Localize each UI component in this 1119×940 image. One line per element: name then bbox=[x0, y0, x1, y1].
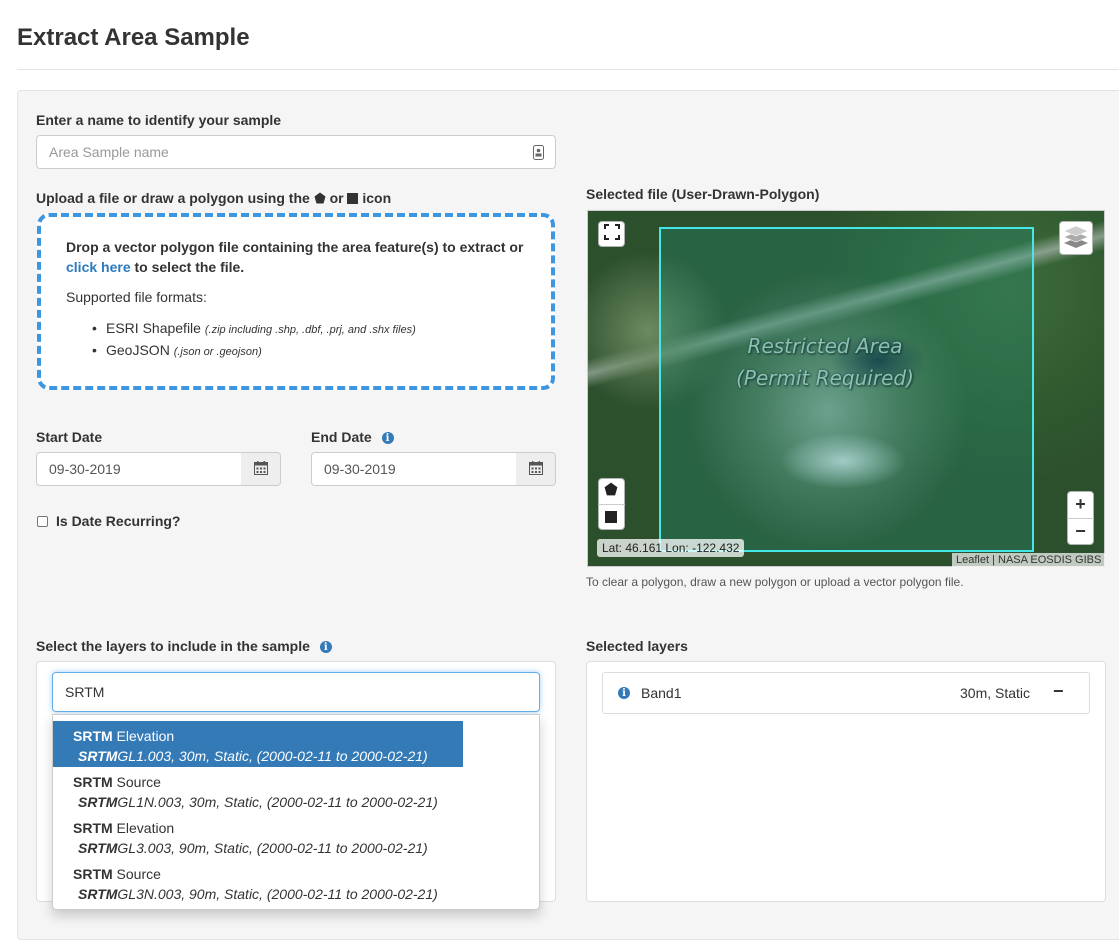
format-item: GeoJSON (.json or .geojson) bbox=[66, 340, 416, 362]
fullscreen-button[interactable] bbox=[598, 221, 625, 247]
date-recurring-label: Is Date Recurring? bbox=[56, 513, 181, 529]
upload-label-or: or bbox=[329, 190, 344, 206]
layer-option-detail: SRTMGL1.003, 30m, Static, (2000-02-11 to… bbox=[78, 748, 428, 764]
map-attribution[interactable]: Leaflet | NASA EOSDIS GIBS bbox=[952, 553, 1106, 567]
sample-name-label: Enter a name to identify your sample bbox=[36, 112, 282, 128]
pentagon-icon bbox=[314, 190, 326, 206]
start-date-calendar-button[interactable] bbox=[241, 452, 281, 486]
dropzone-instructions: Drop a vector polygon file containing th… bbox=[66, 237, 536, 277]
format-item: ESRI Shapefile (.zip including .shp, .db… bbox=[66, 318, 416, 340]
supported-formats-list: ESRI Shapefile (.zip including .shp, .db… bbox=[66, 318, 416, 362]
layers-label: Select the layers to include in the samp… bbox=[36, 638, 332, 654]
info-icon[interactable]: i bbox=[618, 687, 630, 699]
start-date-input[interactable]: 09-30-2019 bbox=[36, 452, 242, 486]
layer-option-detail: SRTMGL3.003, 90m, Static, (2000-02-11 to… bbox=[78, 840, 428, 856]
zoom-out-button[interactable]: − bbox=[1067, 518, 1094, 545]
supported-formats-title: Supported file formats: bbox=[66, 289, 207, 305]
sample-name-placeholder: Area Sample name bbox=[49, 144, 169, 160]
layers-icon bbox=[1063, 224, 1089, 253]
pentagon-icon bbox=[604, 482, 618, 499]
layer-suggestions-dropdown: SRTM Elevation SRTMGL1.003, 30m, Static,… bbox=[52, 714, 540, 910]
page-title: Extract Area Sample bbox=[17, 24, 250, 51]
layer-option-title: SRTM Source bbox=[73, 866, 161, 882]
layer-option-detail: SRTMGL1N.003, 30m, Static, (2000-02-11 t… bbox=[78, 794, 438, 810]
dropzone-text-end: to select the file. bbox=[134, 259, 245, 275]
end-date-label-text: End Date bbox=[311, 429, 372, 445]
draw-polygon-button[interactable] bbox=[604, 482, 618, 499]
layer-option[interactable]: SRTM Elevation SRTMGL1.003, 30m, Static,… bbox=[53, 721, 463, 767]
map-label: Selected file (User-Drawn-Polygon) bbox=[586, 186, 820, 202]
sample-name-input[interactable]: Area Sample name bbox=[36, 135, 556, 169]
selected-layer-name: Band1 bbox=[641, 685, 682, 701]
square-icon bbox=[347, 190, 359, 206]
map-hint: To clear a polygon, draw a new polygon o… bbox=[586, 575, 964, 589]
map-area-label: Restricted Area (Permit Required) bbox=[736, 334, 914, 390]
fullscreen-icon bbox=[603, 223, 620, 245]
calendar-icon bbox=[253, 460, 268, 478]
layer-option-title: SRTM Elevation bbox=[73, 728, 175, 744]
selected-layers-label: Selected layers bbox=[586, 638, 688, 654]
coordinate-readout: Lat: 46.161 Lon: -122.432 bbox=[597, 539, 745, 557]
end-date-calendar-button[interactable] bbox=[516, 452, 556, 486]
layer-search-input[interactable]: SRTM bbox=[52, 672, 540, 712]
end-date-label: End Date i bbox=[311, 429, 394, 445]
selected-layer-meta: 30m, Static bbox=[960, 685, 1031, 701]
layers-control-button[interactable] bbox=[1059, 221, 1093, 255]
upload-label: Upload a file or draw a polygon using th… bbox=[36, 190, 391, 206]
info-icon[interactable]: i bbox=[381, 432, 394, 445]
layer-option-title: SRTM Elevation bbox=[73, 820, 175, 836]
draw-toolbar-divider bbox=[598, 504, 625, 505]
remove-layer-button[interactable]: − bbox=[1053, 681, 1064, 702]
selected-layer-row: i Band1 30m, Static − bbox=[602, 672, 1090, 714]
start-date-label: Start Date bbox=[36, 429, 103, 445]
square-icon bbox=[605, 510, 617, 526]
zoom-in-button[interactable]: + bbox=[1067, 491, 1094, 518]
layer-option-detail: SRTMGL3N.003, 90m, Static, (2000-02-11 t… bbox=[78, 886, 438, 902]
draw-rectangle-button[interactable] bbox=[605, 510, 617, 526]
title-divider bbox=[17, 69, 1119, 70]
info-icon[interactable]: i bbox=[319, 641, 332, 654]
click-here-link[interactable]: click here bbox=[66, 259, 131, 275]
calendar-icon bbox=[528, 460, 543, 478]
dropzone-text: Drop a vector polygon file containing th… bbox=[66, 239, 524, 255]
layer-option[interactable]: SRTM Elevation SRTMGL3.003, 90m, Static,… bbox=[53, 813, 463, 859]
layer-option[interactable]: SRTM Source SRTMGL3N.003, 90m, Static, (… bbox=[53, 859, 463, 905]
upload-label-suffix: icon bbox=[362, 190, 392, 206]
layers-label-text: Select the layers to include in the samp… bbox=[36, 638, 310, 654]
layer-option[interactable]: SRTM Source SRTMGL1N.003, 30m, Static, (… bbox=[53, 767, 463, 813]
upload-label-prefix: Upload a file or draw a polygon using th… bbox=[36, 190, 310, 206]
contact-card-icon bbox=[533, 145, 544, 163]
end-date-input[interactable]: 09-30-2019 bbox=[311, 452, 517, 486]
layer-option-title: SRTM Source bbox=[73, 774, 161, 790]
date-recurring-checkbox[interactable] bbox=[37, 516, 48, 527]
